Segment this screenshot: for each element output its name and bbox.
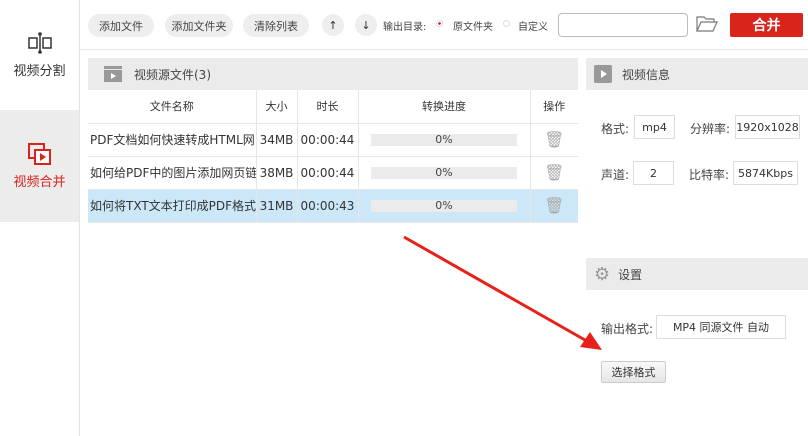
file-duration: 00:00:44 [297,156,359,190]
divider [80,49,808,50]
table-header: 文件名称 大小 时长 转换进度 操作 [88,90,578,124]
table-row[interactable]: 如何给PDF中的图片添加网页链... 38MB 00:00:44 0% 🗑 [88,156,578,190]
choose-format-button[interactable]: 选择格式 [601,361,666,383]
progress-bar: 0% [371,199,517,212]
col-action: 操作 [530,90,578,124]
add-file-button[interactable]: 添加文件 [88,14,154,37]
annotation-arrow [403,235,602,350]
play-icon [594,65,612,83]
sidebar-item-split[interactable]: 视频分割 [0,0,79,110]
info-header: 视频信息 [586,58,808,90]
trash-icon[interactable]: 🗑 [530,123,578,157]
file-name: 如何将TXT文本打印成PDF格式... [88,189,257,223]
col-progress: 转换进度 [358,90,531,124]
sidebar: 视频分割 视频合并 [0,0,80,436]
file-duration: 00:00:43 [297,189,359,223]
files-title: 视频源文件(3) [134,67,211,82]
add-folder-button[interactable]: 添加文件夹 [165,14,233,37]
file-duration: 00:00:44 [297,123,359,157]
merge-button[interactable]: 合并 [730,13,803,37]
channel-label: 声道: [601,168,630,182]
output-path-input[interactable] [558,13,688,37]
format-label: 格式: [601,122,630,136]
resolution-label: 分辨率: [690,122,731,136]
sidebar-item-label: 视频合并 [13,174,66,190]
clear-list-button[interactable]: 清除列表 [243,14,309,37]
file-name: PDF文档如何快速转成HTML网... [88,123,257,157]
table-row-selected[interactable]: 如何将TXT文本打印成PDF格式... 31MB 00:00:43 0% 🗑 [88,189,578,223]
settings-title: 设置 [618,267,643,282]
file-name: 如何给PDF中的图片添加网页链... [88,156,257,190]
radio-custom-label: 自定义 [518,22,548,33]
file-size: 38MB [256,156,298,190]
output-dir-label: 输出目录: [383,22,427,33]
info-title: 视频信息 [622,67,671,82]
radio-source-label: 原文件夹 [453,22,493,33]
channel-value: 2 [633,161,674,185]
files-table: 文件名称 大小 时长 转换进度 操作 PDF文档如何快速转成HTML网... 3… [88,90,578,223]
resolution-value: 1920x1028 [735,115,800,139]
col-name: 文件名称 [88,90,257,124]
bitrate-value: 5874Kbps [733,161,798,185]
output-format-value: MP4 同源文件 自动 [656,315,786,339]
merge-icon [27,142,51,165]
format-value: mp4 [634,115,675,139]
sidebar-item-merge[interactable]: 视频合并 [0,110,79,222]
move-down-button[interactable]: ↓ [355,14,377,36]
split-icon [27,31,52,54]
settings-header: ⚙ 设置 [586,258,808,290]
bitrate-label: 比特率: [689,168,730,182]
radio-source[interactable] [436,20,443,27]
files-header: 视频源文件(3) [88,58,578,90]
table-row[interactable]: PDF文档如何快速转成HTML网... 34MB 00:00:44 0% 🗑 [88,123,578,157]
file-size: 31MB [256,189,298,223]
col-size: 大小 [256,90,298,124]
trash-icon[interactable]: 🗑 [530,156,578,190]
trash-icon[interactable]: 🗑 [530,189,578,223]
progress-bar: 0% [371,133,517,146]
col-duration: 时长 [297,90,359,124]
file-size: 34MB [256,123,298,157]
progress-bar: 0% [371,166,517,179]
move-up-button[interactable]: ↑ [322,14,344,36]
radio-custom[interactable] [503,20,510,27]
video-clapper-icon [104,66,122,82]
sidebar-item-label: 视频分割 [13,63,66,79]
folder-open-icon[interactable] [696,15,718,33]
